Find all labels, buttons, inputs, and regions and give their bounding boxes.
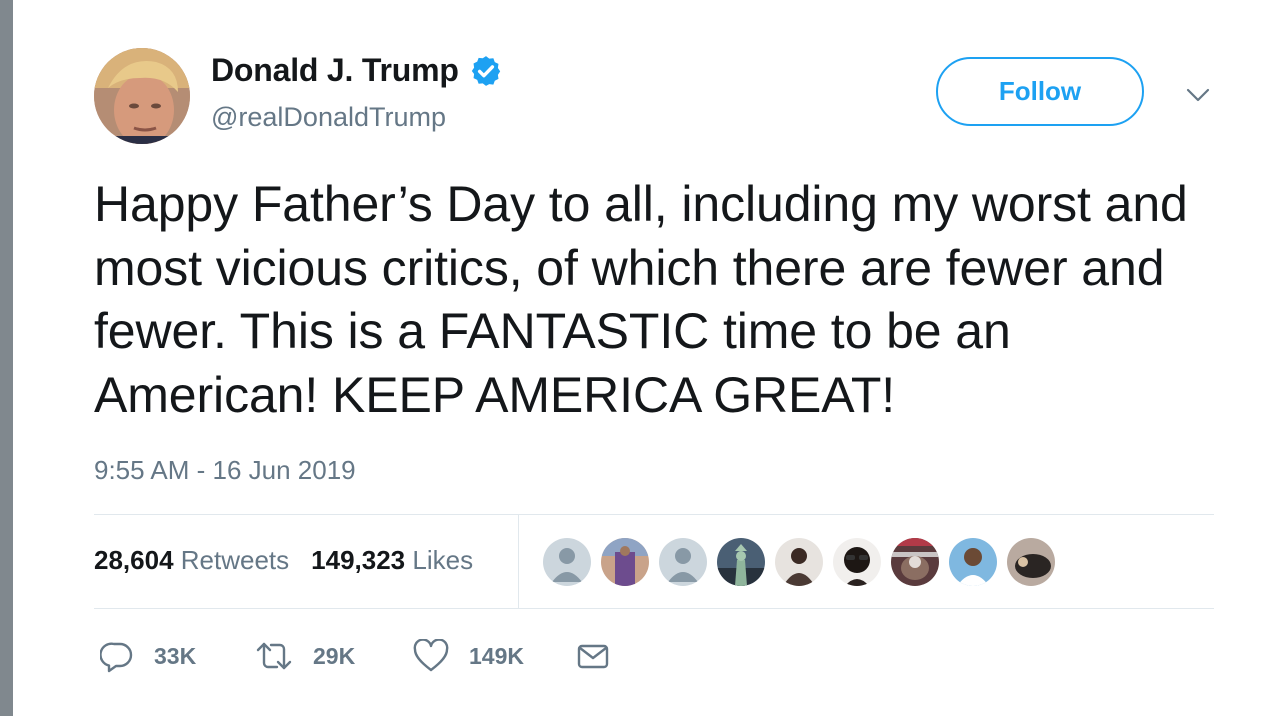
liker-avatar[interactable] (543, 538, 591, 586)
author-avatar[interactable] (94, 48, 190, 144)
tweet-actions: 33K 29K 149K (100, 636, 610, 676)
retweet-stat[interactable]: 28,604 Retweets (94, 545, 289, 576)
direct-message-action[interactable] (576, 639, 610, 673)
retweet-action-count: 29K (313, 642, 356, 669)
author-handle[interactable]: @realDonaldTrump (211, 102, 446, 133)
liker-avatar[interactable] (775, 538, 823, 586)
retweet-stat-label: Retweets (180, 545, 290, 575)
author-name[interactable]: Donald J. Trump (211, 52, 459, 89)
like-stat[interactable]: 149,323 Likes (311, 545, 473, 576)
liker-avatar[interactable] (717, 538, 765, 586)
engagement-stats: 28,604 Retweets 149,323 Likes (94, 545, 495, 576)
retweet-count: 28,604 (94, 545, 174, 575)
direct-message-icon (577, 644, 609, 669)
retweet-icon (256, 642, 292, 670)
reply-count: 33K (154, 642, 197, 669)
chevron-down-icon[interactable] (1185, 85, 1211, 105)
liker-avatar[interactable] (659, 538, 707, 586)
verified-badge-icon (471, 55, 500, 86)
divider (94, 514, 1214, 515)
like-icon (413, 639, 449, 672)
window-edge (0, 0, 13, 716)
divider (94, 608, 1214, 609)
liker-avatar[interactable] (601, 538, 649, 586)
reply-action[interactable]: 33K (100, 639, 255, 673)
follow-button[interactable]: Follow (936, 57, 1144, 126)
like-count: 149,323 (311, 545, 406, 575)
liker-avatar[interactable] (949, 538, 997, 586)
like-action-count: 149K (469, 642, 524, 669)
liker-avatar[interactable] (891, 538, 939, 586)
retweet-action[interactable]: 29K (255, 639, 413, 673)
tweet-text: Happy Father’s Day to all, including my … (94, 176, 1188, 423)
tweet-timestamp[interactable]: 9:55 AM - 16 Jun 2019 (94, 455, 356, 486)
liker-avatars (543, 538, 1065, 586)
liker-avatar[interactable] (833, 538, 881, 586)
like-stat-label: Likes (412, 545, 474, 575)
stats-divider (518, 514, 519, 608)
reply-icon (100, 642, 133, 673)
like-action[interactable]: 149K (413, 639, 576, 673)
liker-avatar[interactable] (1007, 538, 1055, 586)
